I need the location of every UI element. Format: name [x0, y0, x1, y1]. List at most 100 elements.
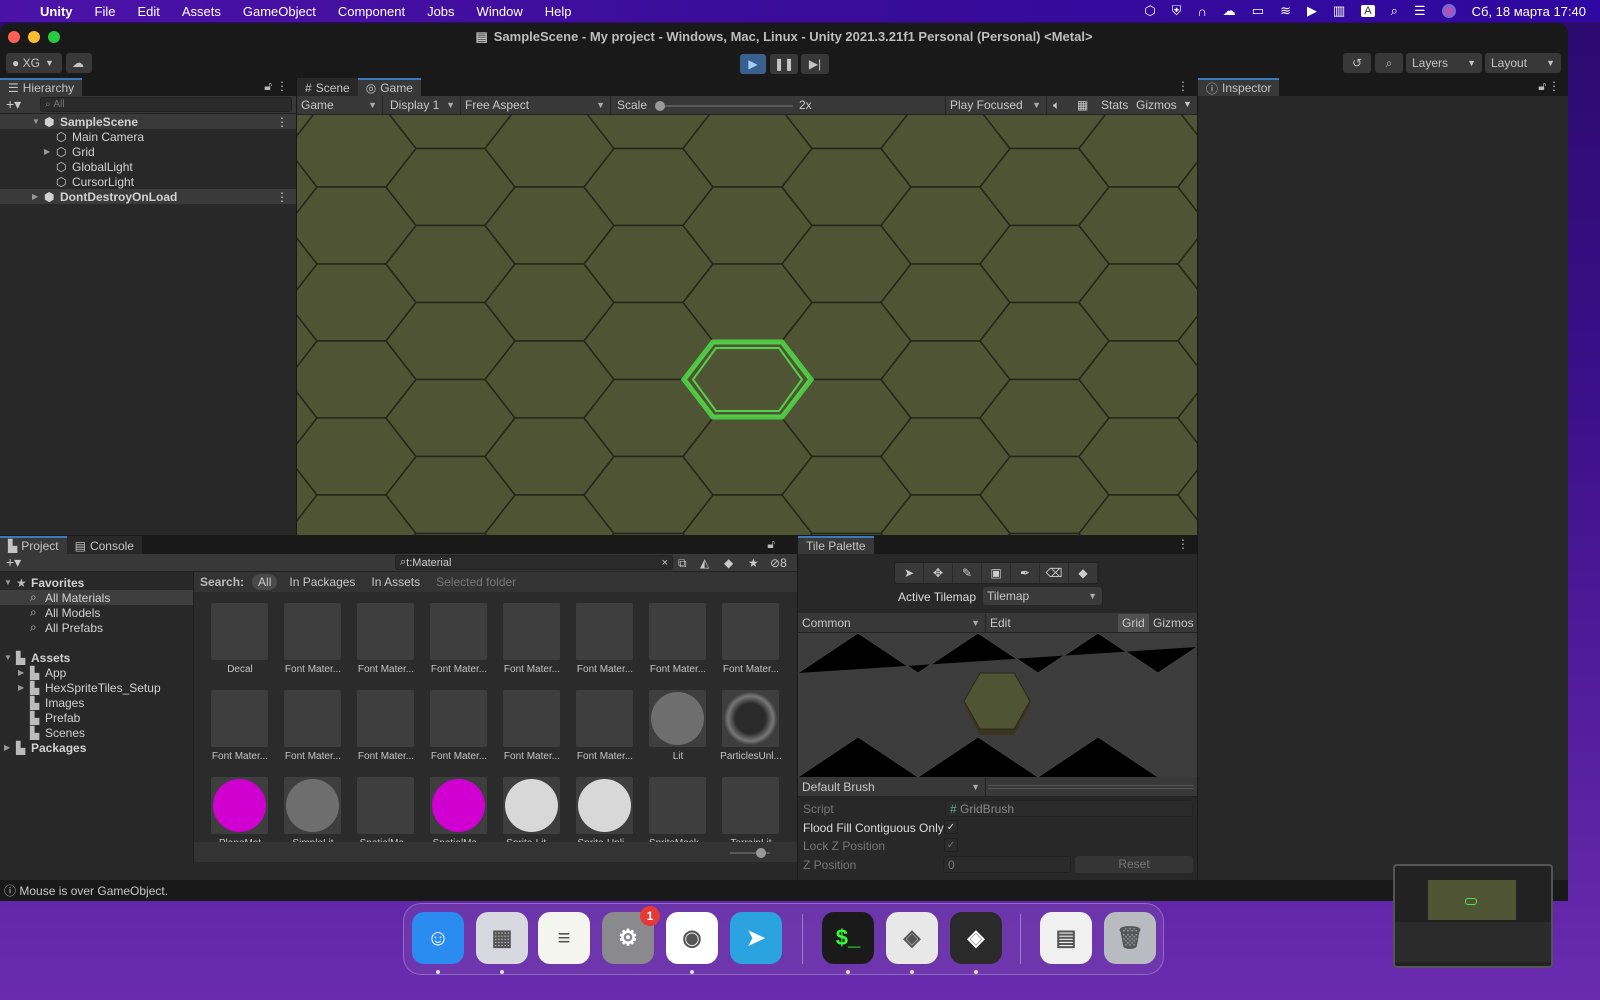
- material-thumbnail[interactable]: [430, 690, 487, 747]
- play-mode-dropdown[interactable]: Play Focused ▼: [945, 96, 1047, 114]
- dock-app-finder[interactable]: ☺: [412, 912, 464, 964]
- gizmos-button[interactable]: Gizmos: [1136, 98, 1177, 112]
- tab-inspector[interactable]: ⓘ Inspector: [1198, 78, 1280, 96]
- expand-arrow-icon[interactable]: ▼: [32, 117, 40, 126]
- filter-by-label-icon[interactable]: ◆: [724, 556, 733, 570]
- more-menu-icon[interactable]: ⋮: [276, 190, 288, 204]
- filter-by-type-icon[interactable]: ◭: [700, 556, 709, 570]
- palette-canvas[interactable]: [798, 633, 1197, 777]
- layers-dropdown[interactable]: Layers ▼: [1406, 53, 1482, 73]
- script-field[interactable]: # GridBrush: [945, 800, 1193, 817]
- more-menu-icon[interactable]: ⋮: [276, 79, 288, 93]
- collapse-arrow-icon[interactable]: ▶: [44, 147, 50, 156]
- dock-app-google-chrome[interactable]: ◉: [666, 912, 718, 964]
- material-thumbnail[interactable]: [357, 690, 414, 747]
- hidden-packages-icon[interactable]: ⊘8: [770, 556, 787, 570]
- tab-hierarchy[interactable]: ☰ Hierarchy: [0, 78, 83, 96]
- gizmos-toggle[interactable]: Gizmos: [1153, 616, 1194, 630]
- palette-dropdown[interactable]: Common ▼: [798, 614, 986, 632]
- dock-app-preview[interactable]: ▤: [1040, 912, 1092, 964]
- active-tilemap-dropdown[interactable]: Tilemap ▼: [983, 587, 1103, 605]
- keyboard-icon[interactable]: ▦: [1077, 98, 1088, 112]
- project-tree-item[interactable]: ▶ ▙ Packages: [0, 740, 193, 755]
- tab-project[interactable]: ▙ Project: [0, 536, 67, 554]
- scope-in-packages[interactable]: In Packages: [285, 575, 359, 589]
- more-menu-icon[interactable]: ⋮: [1548, 79, 1560, 93]
- project-tree-item[interactable]: ▙ Prefab: [0, 710, 193, 725]
- pause-button[interactable]: ❚❚: [770, 54, 798, 74]
- material-thumbnail[interactable]: [576, 690, 633, 747]
- box-fill-icon[interactable]: ▣: [982, 563, 1011, 583]
- add-dropdown[interactable]: +▾: [6, 96, 21, 113]
- favorite-star-icon[interactable]: ★: [748, 556, 759, 570]
- collapse-arrow-icon[interactable]: ▶: [4, 743, 10, 752]
- material-thumbnail[interactable]: [503, 690, 560, 747]
- battery-icon[interactable]: ▭: [1252, 3, 1264, 19]
- siri-icon[interactable]: [1441, 4, 1456, 18]
- material-thumbnail[interactable]: [211, 690, 268, 747]
- collapse-arrow-icon[interactable]: ▶: [18, 668, 24, 677]
- project-tree-item[interactable]: ⌕ All Models: [0, 605, 193, 620]
- material-thumbnail[interactable]: [430, 777, 487, 834]
- keyboard-icon[interactable]: ▥: [1333, 3, 1345, 19]
- material-thumbnail[interactable]: [211, 603, 268, 660]
- tab-tile-palette[interactable]: Tile Palette: [798, 536, 874, 554]
- material-thumbnail[interactable]: [357, 603, 414, 660]
- scope-all[interactable]: All: [252, 574, 278, 590]
- more-menu-icon[interactable]: ⋮: [276, 115, 288, 129]
- project-tree-item[interactable]: ⌕ All Materials: [0, 590, 193, 605]
- material-thumbnail[interactable]: [576, 777, 633, 834]
- menu-component[interactable]: Component: [338, 4, 405, 19]
- layout-dropdown[interactable]: Layout ▼: [1485, 53, 1561, 73]
- scope-selected-folder[interactable]: Selected folder: [432, 575, 520, 589]
- material-thumbnail[interactable]: [430, 603, 487, 660]
- lock-icon[interactable]: 🔓︎: [767, 537, 775, 552]
- material-thumbnail[interactable]: [576, 603, 633, 660]
- hierarchy-item[interactable]: ▶ ⬡ Grid: [0, 144, 296, 159]
- material-thumbnail[interactable]: [503, 603, 560, 660]
- paint-brush-icon[interactable]: ✎: [953, 563, 982, 583]
- close-button[interactable]: [8, 31, 20, 43]
- z-position-input[interactable]: 0: [943, 856, 1071, 873]
- window-preview-thumbnail[interactable]: [1393, 864, 1553, 968]
- thumbnail-size-handle[interactable]: [756, 848, 766, 858]
- splitter-handle[interactable]: [988, 785, 1193, 789]
- dock-app-system-settings[interactable]: ⚙ 1: [602, 906, 660, 964]
- dock-app-notes[interactable]: ≡: [538, 912, 590, 964]
- material-thumbnail[interactable]: [211, 777, 268, 834]
- material-thumbnail[interactable]: [503, 777, 560, 834]
- vpn-icon[interactable]: ⛨: [1172, 3, 1182, 19]
- search-popout-icon[interactable]: ⧉: [678, 556, 687, 571]
- hierarchy-item[interactable]: ▶ ⬢ DontDestroyOnLoad ⋮: [0, 189, 296, 204]
- dock-app-telegram[interactable]: ➤: [730, 912, 782, 964]
- material-thumbnail[interactable]: [284, 777, 341, 834]
- scope-in-assets[interactable]: In Assets: [367, 575, 424, 589]
- gizmos-dropdown-icon[interactable]: ▼: [1183, 99, 1192, 109]
- project-tree-item[interactable]: ⌕ All Prefabs: [0, 620, 193, 635]
- menu-gameobject[interactable]: GameObject: [243, 4, 316, 19]
- flood-fill-checkbox[interactable]: ✓: [944, 820, 958, 834]
- project-tree-item[interactable]: ▼ ★ Favorites: [0, 575, 193, 590]
- scale-slider-handle[interactable]: [655, 101, 665, 111]
- project-tree-item[interactable]: ▼ ▙ Assets: [0, 650, 193, 665]
- material-thumbnail[interactable]: [357, 777, 414, 834]
- material-thumbnail[interactable]: [649, 777, 706, 834]
- picker-icon[interactable]: ✒: [1011, 563, 1040, 583]
- control-center-icon[interactable]: ☰: [1414, 3, 1426, 19]
- audio-icon[interactable]: 🔈︎: [1053, 98, 1060, 113]
- aspect-dropdown[interactable]: Free Aspect ▼: [461, 96, 611, 114]
- material-thumbnail[interactable]: [722, 777, 779, 834]
- grid-toggle[interactable]: Grid: [1118, 614, 1149, 632]
- hierarchy-search-input[interactable]: ⌕ All: [40, 97, 292, 112]
- dock-app-terminal[interactable]: $_: [822, 912, 874, 964]
- thumbnail-size-slider[interactable]: [730, 848, 770, 858]
- game-viewport[interactable]: [297, 115, 1197, 535]
- project-tree-item[interactable]: ▙ Images: [0, 695, 193, 710]
- material-thumbnail[interactable]: [722, 603, 779, 660]
- step-button[interactable]: ▶|: [801, 54, 829, 74]
- collapse-arrow-icon[interactable]: ▶: [18, 683, 24, 692]
- tab-scene[interactable]: # Scene: [297, 78, 358, 96]
- menu-edit[interactable]: Edit: [137, 4, 159, 19]
- eraser-icon[interactable]: ⌫: [1040, 563, 1069, 583]
- view-mode-dropdown[interactable]: Game ▼: [297, 96, 383, 114]
